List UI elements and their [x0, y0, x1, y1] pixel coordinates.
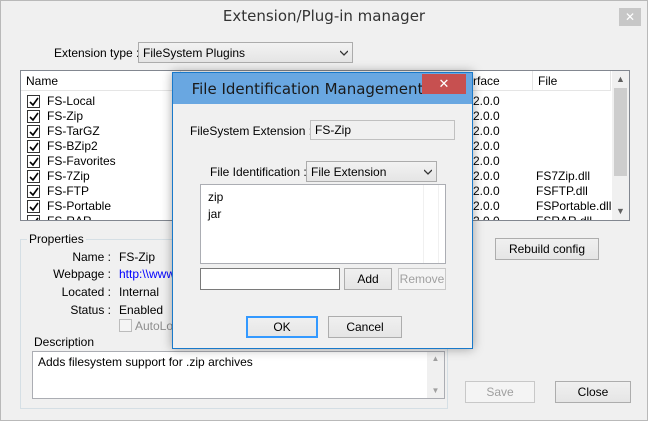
plugin-name: FS-Portable: [47, 199, 112, 213]
main-titlebar[interactable]: Extension/Plug-in manager ✕: [1, 1, 647, 31]
save-button[interactable]: Save: [465, 381, 535, 403]
fs-extension-field: FS-Zip: [310, 120, 455, 140]
check-icon: [35, 217, 39, 220]
extension-type-value: FileSystem Plugins: [143, 46, 246, 60]
description-textbox[interactable]: Adds filesystem support for .zip archive…: [32, 351, 445, 399]
plugin-name: FS-TarGZ: [47, 124, 100, 138]
plugin-name: FS-BZip2: [47, 139, 98, 153]
check-icon: [29, 142, 39, 152]
plugin-version: 2.0.0: [473, 184, 500, 198]
extension-list-item[interactable]: jar: [208, 207, 221, 221]
description-label: Description: [34, 335, 95, 349]
file-identification-value: File Extension: [311, 165, 387, 179]
rebuild-config-button[interactable]: Rebuild config: [495, 238, 599, 260]
plugin-file: FSPortable.dll: [536, 199, 612, 213]
plugin-enabled-checkbox[interactable]: [27, 185, 40, 198]
plugin-version: 2.0.0: [473, 199, 500, 213]
plugin-version: 2.0.0: [473, 94, 500, 108]
check-icon: [29, 172, 39, 182]
check-icon: [29, 187, 39, 197]
check-icon: [29, 202, 39, 212]
plugin-enabled-checkbox[interactable]: [27, 200, 40, 213]
properties-group-title: Properties: [27, 232, 86, 246]
plugin-enabled-checkbox[interactable]: [27, 110, 40, 123]
scroll-up-icon[interactable]: ▲: [427, 352, 444, 366]
plugin-name: FS-RAR: [47, 214, 92, 221]
plugin-name: FS-Zip: [47, 109, 83, 123]
ok-button[interactable]: OK: [246, 316, 318, 338]
check-icon: [29, 97, 39, 107]
extension-list-item[interactable]: zip: [208, 190, 223, 204]
extension-list[interactable]: zip jar: [200, 184, 446, 264]
plugin-version: 2.0.0: [473, 109, 500, 123]
chevron-down-icon: [340, 50, 348, 56]
description-text: Adds filesystem support for .zip archive…: [38, 355, 253, 369]
file-identification-dialog: File Identification Management ✕ FileSys…: [172, 72, 473, 349]
located-label: Located :: [61, 285, 111, 299]
plugin-version: 2.0.0: [473, 214, 500, 221]
webpage-link[interactable]: http:\\www: [119, 267, 175, 281]
remove-button[interactable]: Remove: [398, 268, 446, 290]
column-header-name[interactable]: Name: [21, 71, 181, 91]
add-button[interactable]: Add: [344, 268, 392, 290]
status-label: Status :: [70, 303, 111, 317]
check-icon: [29, 127, 39, 137]
plugin-name: FS-Favorites: [47, 154, 116, 168]
plugin-enabled-checkbox[interactable]: [27, 155, 40, 168]
plugin-file: FSRAR.dll: [536, 214, 593, 221]
file-identification-select[interactable]: File Extension: [306, 161, 437, 182]
autoload-checkbox[interactable]: [119, 319, 132, 332]
check-icon: [29, 112, 39, 122]
plugin-enabled-checkbox[interactable]: [27, 95, 40, 108]
fs-extension-value: FS-Zip: [315, 123, 351, 137]
scroll-down-icon[interactable]: ▼: [427, 384, 444, 398]
file-identification-label: File Identification :: [210, 165, 307, 179]
webpage-label: Webpage :: [53, 267, 111, 281]
dialog-title: File Identification Management: [191, 80, 424, 98]
scroll-thumb[interactable]: [614, 88, 627, 176]
chevron-down-icon: [424, 169, 432, 175]
extension-type-select[interactable]: FileSystem Plugins: [138, 42, 353, 63]
plugin-enabled-checkbox[interactable]: [27, 215, 40, 220]
plugin-file: FSFTP.dll: [536, 184, 588, 198]
extension-input[interactable]: [200, 268, 340, 290]
column-header-file[interactable]: File: [533, 71, 611, 91]
list-column-divider: [423, 185, 424, 263]
column-header-interface[interactable]: rface: [473, 71, 533, 91]
plugin-enabled-checkbox[interactable]: [27, 125, 40, 138]
dialog-close-button[interactable]: ✕: [422, 74, 466, 94]
plugin-version: 2.0.0: [473, 124, 500, 138]
plugin-name: FS-FTP: [47, 184, 89, 198]
plugin-list-scrollbar[interactable]: ▲ ▼: [612, 71, 629, 220]
description-scrollbar[interactable]: ▲ ▼: [427, 352, 444, 398]
name-label: Name :: [72, 250, 111, 264]
status-value: Enabled: [119, 303, 164, 317]
list-column-divider: [438, 185, 439, 263]
located-value: Internal: [119, 285, 160, 299]
extension-type-label: Extension type :: [54, 46, 140, 60]
main-title: Extension/Plug-in manager: [222, 7, 426, 25]
plugin-enabled-checkbox[interactable]: [27, 170, 40, 183]
plugin-version: 2.0.0: [473, 139, 500, 153]
scroll-down-icon[interactable]: ▼: [612, 203, 629, 220]
dialog-titlebar[interactable]: File Identification Management ✕: [173, 73, 472, 104]
check-icon: [29, 157, 39, 167]
close-button[interactable]: Close: [555, 381, 631, 403]
main-close-button[interactable]: ✕: [619, 8, 641, 26]
plugin-name: FS-7Zip: [47, 169, 90, 183]
name-value: FS-Zip: [119, 250, 155, 264]
plugin-enabled-checkbox[interactable]: [27, 140, 40, 153]
fs-extension-label: FileSystem Extension :: [190, 124, 313, 138]
plugin-version: 2.0.0: [473, 169, 500, 183]
plugin-file: FS7Zip.dll: [536, 169, 591, 183]
cancel-button[interactable]: Cancel: [328, 316, 402, 338]
plugin-version: 2.0.0: [473, 154, 500, 168]
scroll-up-icon[interactable]: ▲: [612, 71, 629, 88]
plugin-name: FS-Local: [47, 94, 96, 108]
